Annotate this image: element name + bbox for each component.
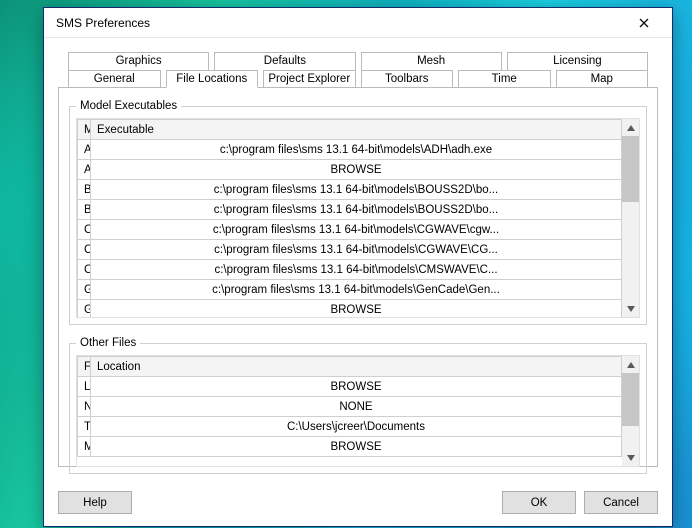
row-value-cell[interactable]: c:\program files\sms 13.1 64-bit\models\… [91,240,622,260]
help-button[interactable]: Help [58,491,132,514]
row-value-cell[interactable]: BROWSE [91,377,622,397]
row-value-cell[interactable]: BROWSE [91,300,622,319]
scroll-up-button[interactable] [622,119,639,136]
col-header-executable[interactable]: Executable [91,120,622,140]
dialog-button-bar: Help OK Cancel [44,481,672,526]
row-value-cell[interactable]: NONE [91,397,622,417]
row-name-cell[interactable]: BOUSS-2D [78,200,91,220]
table-row: MPIEXECBROWSE [78,437,622,457]
tab-project-explorer[interactable]: Project Explorer [263,70,356,88]
other-files-table-wrap: File Location LATLON conversion filesBRO… [76,355,640,467]
tab-licensing[interactable]: Licensing [507,52,648,70]
row-name-cell[interactable]: ADH [78,140,91,160]
row-name-cell[interactable]: ASWIP [78,160,91,180]
row-value-cell[interactable]: c:\program files\sms 13.1 64-bit\models\… [91,260,622,280]
model-executables-table-wrap: Model Executable ADHc:\program files\sms… [76,118,640,318]
scroll-down-button[interactable] [622,449,639,466]
ok-button[interactable]: OK [502,491,576,514]
group-legend: Model Executables [76,100,181,112]
tab-file-locations[interactable]: File Locations [166,70,259,88]
scrollbar[interactable] [622,119,639,317]
scroll-thumb[interactable] [622,136,639,202]
row-name-cell[interactable]: BOUSS-1D [78,180,91,200]
tab-toolbars[interactable]: Toolbars [361,70,454,88]
row-name-cell[interactable]: CGWAVE_TRANS [78,240,91,260]
table-row: CGWAVEc:\program files\sms 13.1 64-bit\m… [78,220,622,240]
model-executables-table: Model Executable ADHc:\program files\sms… [77,119,622,318]
row-name-cell[interactable]: North Arrows Path [78,397,91,417]
table-row: CMS-WAVEc:\program files\sms 13.1 64-bit… [78,260,622,280]
col-header-model[interactable]: Model [78,120,91,140]
table-row: ADHc:\program files\sms 13.1 64-bit\mode… [78,140,622,160]
row-value-cell[interactable]: BROWSE [91,437,622,457]
cancel-button[interactable]: Cancel [584,491,658,514]
col-header-location[interactable]: Location [91,357,622,377]
scroll-down-button[interactable] [622,300,639,317]
tab-map[interactable]: Map [556,70,649,88]
group-legend: Other Files [76,337,140,349]
scroll-track[interactable] [622,136,639,300]
window-title: SMS Preferences [56,16,622,30]
table-row: BOUSS-2Dc:\program files\sms 13.1 64-bit… [78,200,622,220]
chevron-up-icon [627,362,635,368]
table-row: BOUSS-1Dc:\program files\sms 13.1 64-bit… [78,180,622,200]
table-row: GenericBROWSE [78,300,622,319]
titlebar: SMS Preferences [44,8,672,38]
tab-graphics[interactable]: Graphics [68,52,209,70]
window-close-button[interactable] [622,9,666,37]
row-name-cell[interactable]: MPIEXEC [78,437,91,457]
table-row: ASWIPBROWSE [78,160,622,180]
tab-strip: Graphics Defaults Mesh Licensing General Fil… [58,52,658,88]
table-row: LATLON conversion filesBROWSE [78,377,622,397]
table-row: TUFLOW Simulations Lo...C:\Users\jcreer\… [78,417,622,437]
tab-body-file-locations: Model Executables Model Executable ADHc:… [58,87,658,467]
tab-mesh[interactable]: Mesh [361,52,502,70]
table-row: CGWAVE_TRANSc:\program files\sms 13.1 64… [78,240,622,260]
row-value-cell[interactable]: c:\program files\sms 13.1 64-bit\models\… [91,200,622,220]
group-model-executables: Model Executables Model Executable ADHc:… [69,100,647,325]
scroll-thumb[interactable] [622,373,639,426]
chevron-up-icon [627,125,635,131]
spacer [132,491,494,514]
table-row: North Arrows PathNONE [78,397,622,417]
tab-general[interactable]: General [68,70,161,88]
group-other-files: Other Files File Location LATLON convers… [69,337,647,474]
preferences-window: SMS Preferences Graphics Defaults Mesh Lice… [43,7,673,527]
row-name-cell[interactable]: GenCade [78,280,91,300]
row-name-cell[interactable]: CMS-WAVE [78,260,91,280]
row-name-cell[interactable]: TUFLOW Simulations Lo... [78,417,91,437]
close-icon [639,18,649,28]
client-area: Graphics Defaults Mesh Licensing General Fil… [44,38,672,481]
scroll-up-button[interactable] [622,356,639,373]
row-value-cell[interactable]: c:\program files\sms 13.1 64-bit\models\… [91,180,622,200]
tab-time[interactable]: Time [458,70,551,88]
other-files-table: File Location LATLON conversion filesBRO… [77,356,622,457]
row-value-cell[interactable]: c:\program files\sms 13.1 64-bit\models\… [91,280,622,300]
row-value-cell[interactable]: BROWSE [91,160,622,180]
row-name-cell[interactable]: CGWAVE [78,220,91,240]
row-value-cell[interactable]: c:\program files\sms 13.1 64-bit\models\… [91,220,622,240]
tab-defaults[interactable]: Defaults [214,52,355,70]
scrollbar[interactable] [622,356,639,466]
col-header-file[interactable]: File [78,357,91,377]
row-value-cell[interactable]: C:\Users\jcreer\Documents [91,417,622,437]
row-name-cell[interactable]: LATLON conversion files [78,377,91,397]
row-value-cell[interactable]: c:\program files\sms 13.1 64-bit\models\… [91,140,622,160]
chevron-down-icon [627,306,635,312]
table-row: GenCadec:\program files\sms 13.1 64-bit\… [78,280,622,300]
chevron-down-icon [627,455,635,461]
scroll-track[interactable] [622,373,639,449]
row-name-cell[interactable]: Generic [78,300,91,319]
